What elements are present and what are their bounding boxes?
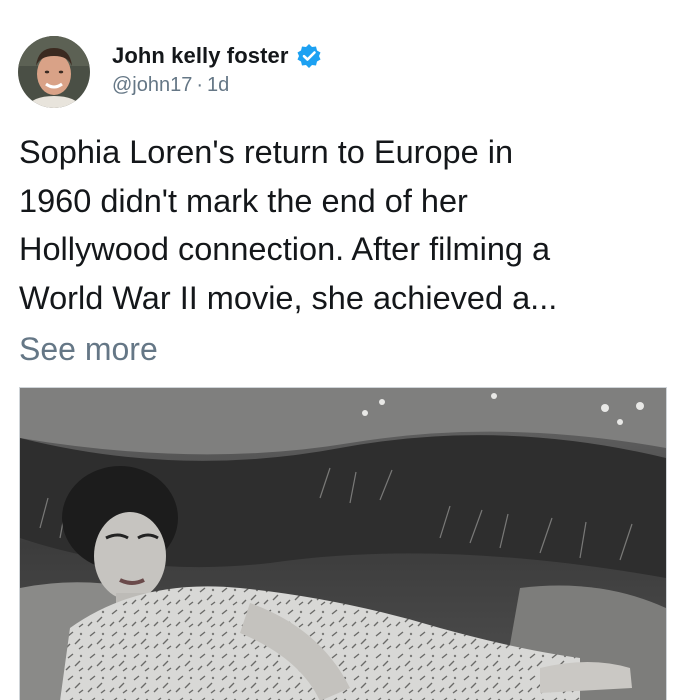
author-display-name[interactable]: John kelly foster xyxy=(112,43,289,69)
author-meta: John kelly foster @john17 · 1d xyxy=(112,41,322,97)
tweet-photo[interactable] xyxy=(19,387,667,700)
verified-badge-icon xyxy=(296,43,322,69)
author-handle[interactable]: @john17 xyxy=(112,74,192,96)
tweet-header: John kelly foster @john17 · 1d xyxy=(18,36,322,112)
timestamp[interactable]: 1d xyxy=(207,74,229,96)
tweet-card: John kelly foster @john17 · 1d Sophia Lore… xyxy=(0,0,700,700)
tweet-text: Sophia Loren's return to Europe in 1960 … xyxy=(19,134,558,316)
see-more-link[interactable]: See more xyxy=(19,325,158,373)
avatar[interactable] xyxy=(18,36,90,108)
meta-separator: · xyxy=(196,74,204,96)
name-row: John kelly foster xyxy=(112,41,322,71)
handle-row: @john17 · 1d xyxy=(112,74,322,97)
